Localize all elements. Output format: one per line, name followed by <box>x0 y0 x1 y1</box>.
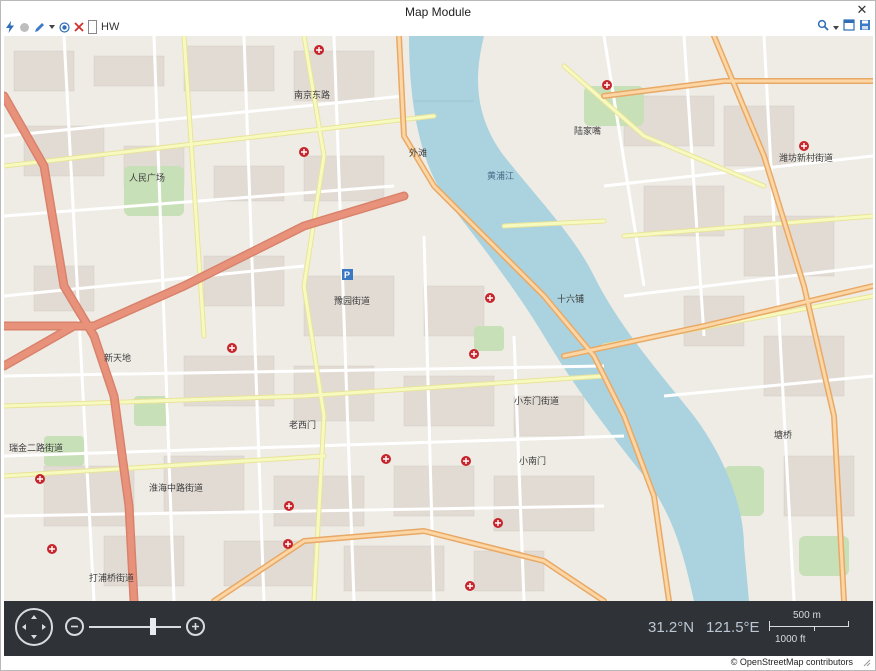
scale-metric-label: 500 m <box>793 610 821 621</box>
svg-text:P: P <box>344 270 350 280</box>
map-label: 新天地 <box>104 352 131 363</box>
map-label: 豫园街道 <box>334 295 370 306</box>
window-title: Map Module <box>404 5 472 19</box>
zoom-out-icon[interactable] <box>65 617 84 636</box>
map-label: 十六铺 <box>557 293 584 304</box>
longitude-readout: 121.5°E <box>706 619 760 636</box>
scale-imperial-label: 1000 ft <box>775 634 806 645</box>
map-label: 外滩 <box>409 147 427 158</box>
delete-x-icon[interactable] <box>74 20 84 34</box>
radio-target-icon[interactable] <box>59 20 70 34</box>
map-label: 小东门街道 <box>514 395 559 406</box>
latitude-readout: 31.2°N <box>648 619 695 636</box>
map-label: 小南门 <box>519 455 546 466</box>
dropdown-caret-icon[interactable] <box>833 18 839 36</box>
dropdown-caret-icon[interactable] <box>49 20 55 34</box>
map-label: 陆家嘴 <box>574 125 601 136</box>
toolbar: HW <box>5 20 119 34</box>
zoom-slider-thumb[interactable] <box>150 618 157 635</box>
pen-icon[interactable] <box>34 20 45 34</box>
window-icon[interactable] <box>843 18 855 36</box>
parking-icon: P <box>342 269 353 280</box>
map-attribution: © OpenStreetMap contributors <box>730 657 853 667</box>
map-label: 南京东路 <box>294 89 330 100</box>
map-label: 塘桥 <box>774 429 792 440</box>
map-canvas[interactable]: P 人民广场 豫园街道 小东门街道 老西门 淮海中路街道 打浦桥街道 外滩 南京… <box>4 36 873 601</box>
title-bar: Map Module ✕ HW <box>1 1 875 35</box>
zoom-slider-track[interactable] <box>89 626 181 628</box>
circle-icon[interactable] <box>19 20 30 34</box>
map-label: 瑞金二路街道 <box>9 442 63 453</box>
map-label: 潍坊新村街道 <box>779 152 833 163</box>
map-controls-bar: 31.2°N 121.5°E 500 m 1000 ft <box>4 601 873 656</box>
save-icon[interactable] <box>859 18 871 36</box>
map-module-window: Map Module ✕ HW P 人民广场 豫园街道 小东门街道 老西门 淮海… <box>0 0 876 671</box>
close-icon[interactable]: ✕ <box>855 3 869 17</box>
toolbar-right <box>817 18 871 36</box>
search-icon[interactable] <box>817 18 829 36</box>
lightning-icon[interactable] <box>5 20 15 34</box>
map-label: 黄浦江 <box>487 170 514 181</box>
hw-checkbox-label: HW <box>101 21 120 33</box>
map-label: 老西门 <box>289 419 316 430</box>
pan-navigation-icon[interactable] <box>15 608 53 646</box>
map-label: 人民广场 <box>129 172 165 183</box>
map-label: 淮海中路街道 <box>149 482 203 493</box>
hw-checkbox[interactable] <box>88 20 97 34</box>
zoom-in-icon[interactable] <box>186 617 205 636</box>
map-label: 打浦桥街道 <box>89 572 134 583</box>
resize-grip-icon[interactable] <box>861 657 871 667</box>
map-tiles: P 人民广场 豫园街道 小东门街道 老西门 淮海中路街道 打浦桥街道 外滩 南京… <box>4 36 873 601</box>
